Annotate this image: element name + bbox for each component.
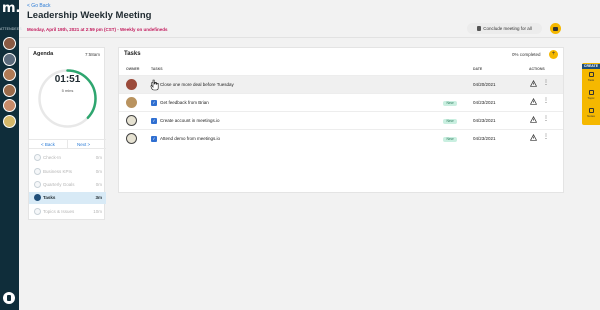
owner-avatar: [126, 79, 137, 90]
task-row[interactable]: ✓ Get feedback from Brian New 04/23/2021…: [119, 93, 563, 111]
agenda-item-business-kpis[interactable]: Business KPIs 0m: [29, 166, 106, 178]
next-button[interactable]: Next >: [77, 142, 90, 147]
left-sidebar: m. ATTENDEES: [0, 0, 22, 310]
more-options-icon[interactable]: ⋮: [543, 116, 549, 123]
task-checkbox[interactable]: ✓: [151, 136, 157, 142]
warning-icon[interactable]: [530, 116, 537, 123]
check-icon: [34, 154, 41, 161]
add-task-button[interactable]: +: [549, 50, 558, 59]
attendee-avatar[interactable]: [3, 99, 16, 112]
task-text[interactable]: Close one more deal before Tuesday: [160, 82, 234, 87]
agenda-nav: < Back Next >: [29, 139, 106, 149]
agenda-title: Agenda: [33, 51, 54, 57]
agenda-item-tasks[interactable]: Tasks 3m: [29, 192, 106, 204]
attendee-avatar[interactable]: [3, 53, 16, 66]
owner-avatar: [126, 133, 137, 144]
attendees-label: ATTENDEES: [0, 27, 22, 31]
tasks-panel: Tasks 0% completed + OWNER TASKS DATE AC…: [118, 47, 564, 193]
exit-icon[interactable]: [3, 292, 15, 304]
completion-status: 0% completed: [512, 52, 541, 57]
check-icon: [34, 168, 41, 175]
owner-avatar: [126, 115, 137, 126]
conclude-meeting-button[interactable]: Conclude meeting for all: [467, 23, 542, 34]
more-options-icon[interactable]: ⋮: [543, 98, 549, 105]
agenda-current-time: 7:58am: [84, 52, 100, 57]
create-topic-button[interactable]: Topic: [582, 90, 600, 100]
back-button[interactable]: < Back: [41, 142, 55, 147]
video-call-button[interactable]: [550, 23, 561, 34]
app-logo[interactable]: m.: [2, 2, 20, 16]
pending-icon: [34, 208, 41, 215]
check-icon: [34, 181, 41, 188]
create-panel: CREATE Task Topic Notes: [582, 63, 600, 125]
task-row[interactable]: ✓ Attend demo from meetings.io New 04/23…: [119, 129, 563, 147]
task-text[interactable]: Get feedback from Brian: [160, 100, 209, 105]
column-header-date: DATE: [473, 67, 483, 71]
new-badge: New: [443, 137, 457, 142]
go-back-link[interactable]: < Go Back: [27, 3, 50, 9]
warning-icon[interactable]: [530, 134, 537, 141]
task-date: 04/23/2021: [473, 100, 496, 105]
owner-avatar: [126, 97, 137, 108]
page-title: Leadership Weekly Meeting: [27, 10, 152, 21]
column-header-actions: ACTIONS: [529, 67, 545, 71]
column-header-tasks: TASKS: [151, 67, 163, 71]
new-badge: New: [443, 101, 457, 106]
more-options-icon[interactable]: ⋮: [543, 80, 549, 87]
create-task-button[interactable]: Task: [582, 72, 600, 82]
new-badge: New: [443, 119, 457, 124]
topic-icon: [588, 90, 594, 95]
door-icon: [477, 26, 482, 31]
timer-duration: 5 mins: [61, 88, 74, 93]
task-row[interactable]: Close one more deal before Tuesday 04/20…: [119, 75, 563, 93]
attendee-avatar[interactable]: [3, 68, 16, 81]
agenda-item-check-in[interactable]: Check-In 0m: [29, 152, 106, 164]
agenda-item-quarterly-goals[interactable]: Quarterly Goals 0m: [29, 179, 106, 191]
attendee-avatar[interactable]: [3, 84, 16, 97]
header-divider: [19, 37, 600, 38]
task-row[interactable]: ✓ Create account in meetings.io New 04/2…: [119, 111, 563, 129]
create-notes-button[interactable]: Notes: [582, 108, 600, 118]
attendee-avatar[interactable]: [3, 37, 16, 50]
conclude-meeting-label: Conclude meeting for all: [483, 26, 532, 31]
task-text[interactable]: Create account in meetings.io: [160, 118, 220, 123]
timer-value: 01:51: [54, 74, 81, 85]
current-item-icon: [34, 194, 41, 201]
agenda-item-topics-issues[interactable]: Topics & Issues 10m: [29, 206, 106, 218]
meeting-schedule: Monday, April 19th, 2021 at 2:59 pm (CST…: [27, 27, 168, 32]
warning-icon[interactable]: [530, 98, 537, 105]
task-date: 04/23/2021: [473, 136, 496, 141]
task-checkbox[interactable]: ✓: [151, 118, 157, 124]
tasks-title: Tasks: [124, 51, 141, 57]
task-icon: [588, 72, 594, 77]
warning-icon[interactable]: [530, 80, 537, 87]
task-date: 04/20/2021: [473, 82, 496, 87]
notes-icon: [588, 108, 594, 113]
create-label: CREATE: [582, 64, 600, 69]
column-header-owner: OWNER: [126, 67, 140, 71]
hand-cursor-icon: [150, 79, 159, 91]
nav-divider: [67, 140, 68, 149]
task-date: 04/23/2021: [473, 118, 496, 123]
agenda-panel: Agenda 7:58am 01:51 5 mins < Back Next >…: [28, 47, 106, 220]
attendee-avatar[interactable]: [3, 115, 16, 128]
more-options-icon[interactable]: ⋮: [543, 134, 549, 141]
task-checkbox[interactable]: ✓: [151, 100, 157, 106]
task-text[interactable]: Attend demo from meetings.io: [160, 136, 220, 141]
